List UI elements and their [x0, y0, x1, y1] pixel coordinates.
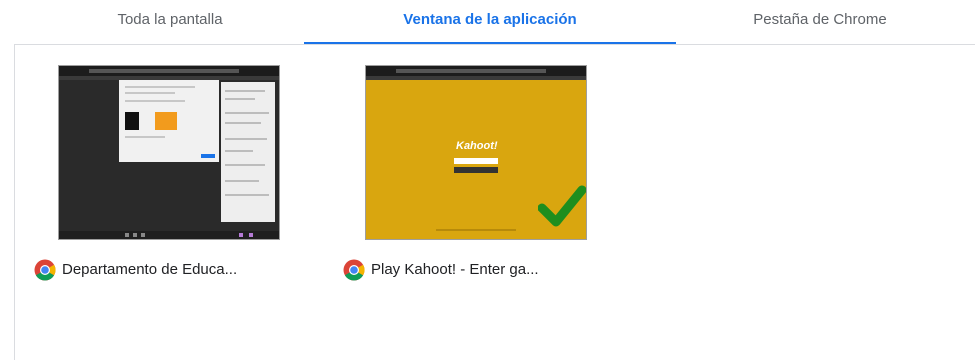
mini-enter-button — [454, 167, 498, 173]
selected-check-icon — [538, 185, 586, 227]
tab-application-window[interactable]: Ventana de la aplicación — [304, 0, 676, 44]
chrome-icon — [343, 259, 365, 281]
mini-taskbar-preview — [59, 231, 279, 239]
chrome-icon — [34, 259, 56, 281]
mini-side-panel-preview — [221, 82, 275, 222]
mini-footer-text — [436, 229, 516, 231]
kahoot-logo: Kahoot! — [456, 140, 498, 152]
mini-browser-toolbar — [366, 66, 586, 76]
tab-chrome-tab[interactable]: Pestaña de Chrome — [680, 0, 960, 44]
window-thumbnail-kahoot[interactable]: Kahoot! — [365, 65, 587, 240]
mini-bookmarks-bar — [366, 76, 586, 80]
mini-browser-toolbar — [59, 66, 279, 76]
mini-dialog-preview — [119, 80, 219, 162]
window-title: Play Kahoot! - Enter ga... — [371, 261, 539, 278]
window-title: Departamento de Educa... — [62, 261, 238, 278]
mini-game-pin-input — [454, 158, 498, 164]
window-thumbnail-departamento[interactable] — [58, 65, 280, 240]
tab-entire-screen[interactable]: Toda la pantalla — [40, 0, 300, 44]
share-source-tabs: Toda la pantalla Ventana de la aplicació… — [0, 0, 975, 46]
